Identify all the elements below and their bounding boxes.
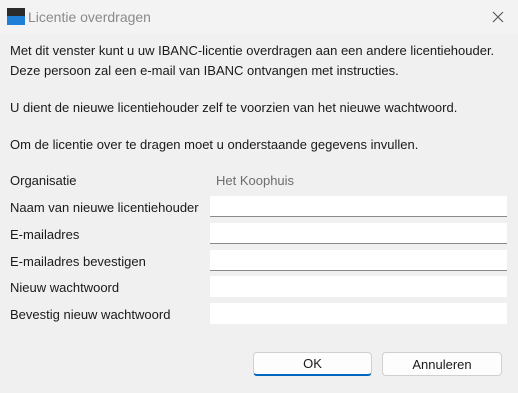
organisation-value: Het Koophuis bbox=[216, 173, 295, 188]
email-input[interactable] bbox=[210, 223, 507, 244]
password-confirm-input[interactable] bbox=[210, 303, 507, 324]
password-confirm-label: Bevestig nieuw wachtwoord bbox=[10, 307, 171, 322]
app-icon bbox=[7, 8, 25, 25]
close-icon bbox=[492, 11, 504, 23]
email-confirm-label: E-mailadres bevestigen bbox=[10, 254, 146, 269]
window-title: Licentie overdragen bbox=[28, 9, 151, 25]
intro-text-line-2: Deze persoon zal een e-mail van IBANC on… bbox=[10, 63, 399, 78]
ok-button[interactable]: OK bbox=[253, 352, 372, 376]
intro-text-line-1: Met dit venster kunt u uw IBANC-licentie… bbox=[10, 43, 495, 58]
password-label: Nieuw wachtwoord bbox=[10, 280, 120, 295]
new-holder-label: Naam van nieuwe licentiehouder bbox=[10, 200, 199, 215]
title-bar: Licentie overdragen bbox=[0, 0, 518, 34]
organisation-label: Organisatie bbox=[10, 173, 77, 188]
password-input[interactable] bbox=[210, 276, 507, 297]
intro-text-line-4: Om de licentie over te dragen moet u ond… bbox=[10, 137, 419, 152]
intro-text-line-3: U dient de nieuwe licentiehouder zelf te… bbox=[10, 100, 458, 115]
close-button[interactable] bbox=[487, 6, 509, 28]
email-label: E-mailadres bbox=[10, 227, 80, 242]
email-confirm-input[interactable] bbox=[210, 250, 507, 271]
cancel-button[interactable]: Annuleren bbox=[382, 352, 502, 376]
new-holder-input[interactable] bbox=[210, 196, 507, 217]
